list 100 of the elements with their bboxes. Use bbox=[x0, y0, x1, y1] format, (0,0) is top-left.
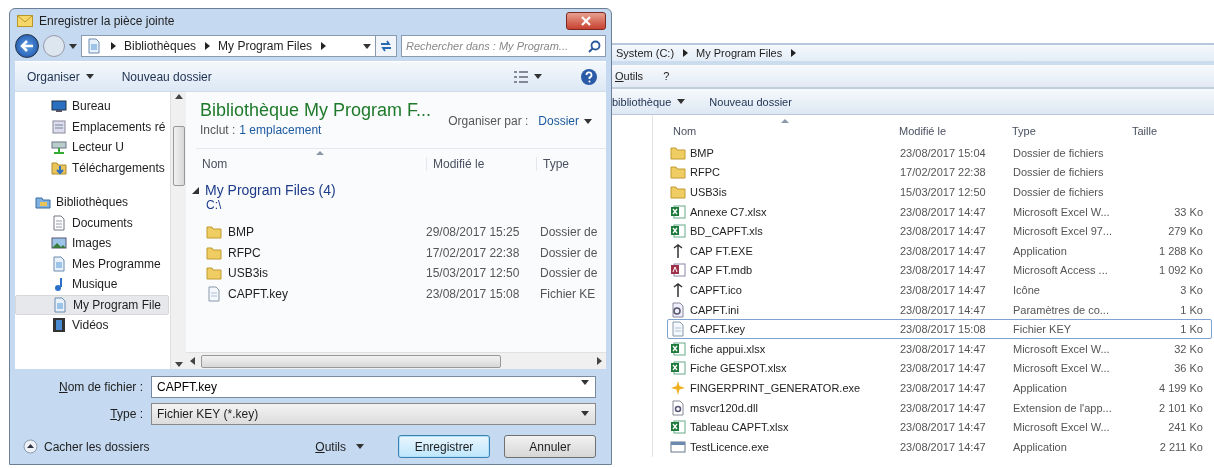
breadcrumb[interactable]: Bibliothèques bbox=[124, 39, 197, 53]
column-header[interactable]: Nom bbox=[196, 156, 426, 171]
search-field[interactable]: Rechercher dans : My Program... bbox=[401, 35, 606, 57]
scrollbar[interactable] bbox=[186, 352, 606, 369]
column-header[interactable]: Type bbox=[1012, 125, 1132, 137]
breadcrumb[interactable]: My Program Files bbox=[696, 47, 783, 59]
organize-menu-button[interactable]: Organiser bbox=[23, 67, 98, 86]
file-row[interactable]: USB3is 15/03/2017 12:50 Dossier de fichiers bbox=[667, 182, 1212, 202]
modified-date: 23/08/2017 14:47 bbox=[900, 381, 987, 394]
new-folder-button[interactable]: Nouveau dossier bbox=[709, 93, 792, 110]
scroll-thumb[interactable] bbox=[201, 354, 501, 368]
scroll-down-icon[interactable] bbox=[174, 362, 183, 367]
scroll-up-icon[interactable] bbox=[174, 94, 183, 99]
file-type: Application bbox=[1013, 244, 1068, 257]
file-name: USB3is bbox=[690, 186, 727, 198]
chevron-icon bbox=[204, 42, 211, 50]
file-row[interactable]: CAP FT.EXE 23/08/2017 14:47 Application 1 288 Ko bbox=[667, 240, 1212, 261]
column-header[interactable]: Nom bbox=[653, 125, 899, 137]
file-type: Application bbox=[1013, 381, 1068, 394]
file-name[interactable]: RFPC bbox=[228, 245, 261, 260]
nav-item[interactable]: Bureau bbox=[15, 96, 169, 117]
file-row[interactable]: BD_CAPFT.xls 23/08/2017 14:47 Microsoft Excel 97... 279 Ko bbox=[667, 221, 1212, 241]
cancel-button[interactable]: Annuler bbox=[504, 435, 596, 458]
group-path: C:\ bbox=[206, 198, 222, 212]
close-button[interactable] bbox=[566, 12, 606, 30]
modified-date: 23/08/2017 14:47 bbox=[900, 303, 987, 316]
arrange-by-dropdown[interactable]: Dossier bbox=[538, 114, 592, 128]
file-type: Fichier KEY bbox=[1013, 323, 1073, 336]
menu-item[interactable]: ? bbox=[663, 70, 670, 82]
new-folder-button[interactable]: Nouveau dossier bbox=[117, 67, 216, 86]
file-row[interactable]: msvcr120d.dll 23/08/2017 14:47 Extension de l'app... 2 101 Ko bbox=[667, 397, 1212, 418]
modified-date: 23/08/2017 14:47 bbox=[900, 401, 987, 414]
file-type-dropdown[interactable]: Fichier KEY (*.key) bbox=[151, 402, 596, 425]
file-name: BD_CAPFT.xls bbox=[690, 225, 763, 238]
nav-item[interactable]: Emplacements ré bbox=[15, 116, 169, 137]
breadcrumb[interactable]: System (C:) bbox=[616, 47, 675, 59]
nav-item[interactable]: Musique bbox=[15, 274, 169, 295]
file-row[interactable]: Tableau CAPFT.xlsx 23/08/2017 14:47 Microsoft Excel W... 241 Ko bbox=[667, 417, 1212, 437]
view-options-icon[interactable] bbox=[514, 70, 528, 83]
file-name[interactable]: BMP bbox=[228, 225, 254, 240]
dropdown-caret-icon bbox=[363, 43, 371, 49]
file-row[interactable]: CAPFT.key 23/08/2017 15:08 Fichier KEY 1 Ko bbox=[667, 319, 1212, 339]
file-type: Dossier de fichiers bbox=[1013, 166, 1105, 179]
folder-icon bbox=[670, 184, 686, 200]
nav-item[interactable]: Documents bbox=[15, 212, 169, 233]
file-name: CAPFT.key bbox=[690, 323, 745, 336]
breadcrumb[interactable]: My Program Files bbox=[218, 39, 313, 53]
locations-link[interactable]: 1 emplacement bbox=[239, 123, 322, 137]
include-in-library-button[interactable]: bibliothèque bbox=[612, 93, 686, 110]
file-name[interactable]: CAPFT.key bbox=[228, 286, 288, 301]
column-header[interactable]: Taille bbox=[1132, 125, 1214, 137]
file-name-field[interactable]: CAPFT.key bbox=[151, 375, 596, 398]
file-row[interactable]: TestLicence.exe 23/08/2017 14:47 Application 2 211 Ko bbox=[667, 436, 1212, 457]
modified-date: 17/02/2017 22:38 bbox=[900, 166, 987, 179]
file-name: fiche appui.xlsx bbox=[690, 342, 766, 355]
back-button[interactable] bbox=[15, 34, 39, 58]
file-row[interactable]: BMP 23/08/2017 15:04 Dossier de fichiers bbox=[667, 143, 1212, 163]
scroll-right-icon[interactable] bbox=[597, 357, 602, 365]
collapse-circle-icon bbox=[23, 439, 38, 454]
file-size: 279 Ko bbox=[1167, 225, 1204, 238]
file-size: 2 101 Ko bbox=[1157, 401, 1204, 414]
scroll-left-icon[interactable] bbox=[190, 357, 195, 365]
file-row[interactable]: Annexe C7.xlsx 23/08/2017 14:47 Microsoft Excel W... 33 Ko bbox=[667, 201, 1212, 222]
menu-item[interactable]: Outils bbox=[615, 70, 644, 82]
column-header[interactable]: Modifié le bbox=[426, 156, 536, 171]
refresh-button[interactable] bbox=[375, 35, 397, 57]
file-row[interactable]: CAPFT.ico 23/08/2017 14:47 Icône 3 Ko bbox=[667, 280, 1212, 300]
modified-date: 15/03/2017 12:50 bbox=[900, 186, 987, 198]
hide-folders-button[interactable]: Cacher les dossiers bbox=[23, 439, 150, 454]
nav-item[interactable]: Images bbox=[15, 233, 169, 254]
column-header[interactable]: Type bbox=[536, 156, 606, 171]
save-button[interactable]: Enregistrer bbox=[398, 435, 490, 458]
nav-item[interactable]: Vidéos bbox=[15, 315, 169, 336]
file-row[interactable]: RFPC 17/02/2017 22:38 Dossier de fichiers bbox=[667, 162, 1212, 183]
scrollbar[interactable] bbox=[170, 92, 186, 369]
group-header[interactable]: My Program Files (4) bbox=[205, 182, 336, 198]
film-icon bbox=[51, 317, 67, 334]
scroll-thumb[interactable] bbox=[172, 125, 185, 186]
modified-date: 15/03/2017 12:50 bbox=[426, 266, 521, 281]
chevron-icon bbox=[320, 42, 327, 50]
file-row[interactable]: Fiche GESPOT.xlsx 23/08/2017 14:47 Microsoft Excel W... 36 Ko bbox=[667, 358, 1212, 379]
expanded-arrow-icon[interactable] bbox=[192, 186, 199, 194]
nav-item[interactable]: Lecteur U bbox=[15, 137, 169, 158]
file-row[interactable]: FINGERPRINT_GENERATOR.exe 23/08/2017 14:47 Application 4 199 Ko bbox=[667, 378, 1212, 398]
file-size: 1 092 Ko bbox=[1157, 264, 1204, 277]
file-type: Dossier de bbox=[539, 245, 599, 260]
spreadsheet-icon bbox=[670, 203, 686, 220]
tools-menu-button[interactable]: Outils bbox=[309, 435, 370, 458]
nav-item[interactable]: Téléchargements bbox=[15, 157, 169, 178]
file-row[interactable]: CAPFT.ini 23/08/2017 14:47 Paramètres de co... 1 Ko bbox=[667, 299, 1212, 320]
file-row[interactable]: CAP FT.mdb 23/08/2017 14:47 Microsoft Access ... 1 092 Ko bbox=[667, 260, 1212, 281]
nav-item[interactable]: My Program File bbox=[15, 294, 169, 315]
help-icon[interactable] bbox=[580, 67, 598, 86]
file-name[interactable]: USB3is bbox=[228, 266, 268, 281]
nav-item[interactable]: Bibliothèques bbox=[15, 192, 169, 213]
address-bar[interactable]: Bibliothèques My Program Files bbox=[81, 35, 376, 57]
file-row[interactable]: fiche appui.xlsx 23/08/2017 14:47 Microsoft Excel W... 32 Ko bbox=[667, 338, 1212, 359]
file-type: Icône bbox=[1013, 283, 1041, 296]
column-header[interactable]: Modifié le bbox=[899, 125, 1012, 137]
nav-item[interactable]: Mes Programme bbox=[15, 253, 169, 274]
